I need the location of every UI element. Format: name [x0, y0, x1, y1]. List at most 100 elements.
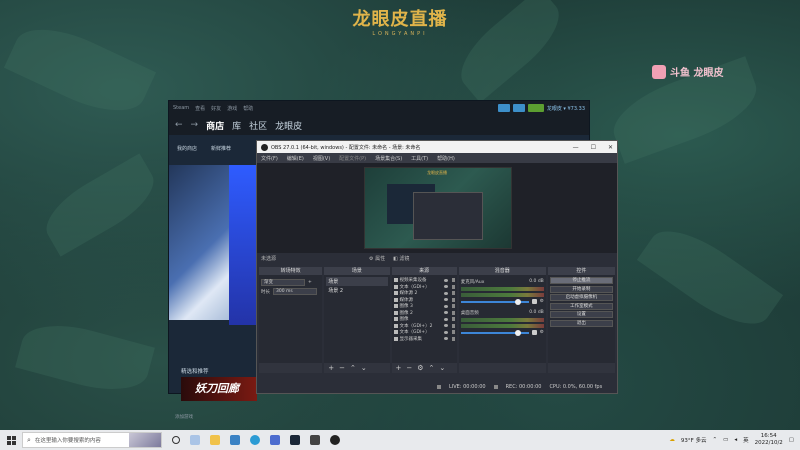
- steam-menu-item[interactable]: Steam: [173, 105, 189, 111]
- move-source-up-button[interactable]: ⌃: [429, 364, 435, 372]
- lock-icon[interactable]: [451, 336, 455, 341]
- visibility-icon[interactable]: [443, 278, 448, 282]
- lock-icon[interactable]: [451, 291, 455, 296]
- install-steam-button[interactable]: [527, 104, 544, 112]
- visibility-icon[interactable]: [443, 317, 448, 321]
- visibility-icon[interactable]: [443, 304, 448, 308]
- game-banner[interactable]: 妖刀回廊: [181, 377, 257, 401]
- notifications-icon[interactable]: [512, 104, 525, 112]
- edge-icon[interactable]: [250, 435, 260, 445]
- taskbar-search[interactable]: ⌕ 在这里输入你要搜索的内容: [22, 432, 162, 448]
- menu-edit[interactable]: 编辑(E): [287, 155, 304, 162]
- lock-icon[interactable]: [451, 310, 455, 315]
- volume-slider-knob[interactable]: [514, 298, 521, 305]
- menu-scene-collection[interactable]: 场景集合(S): [375, 155, 402, 162]
- lock-icon[interactable]: [451, 317, 455, 322]
- visibility-icon[interactable]: [443, 291, 448, 295]
- maximize-button[interactable]: ☐: [591, 144, 596, 151]
- nav-tab-library[interactable]: 库: [232, 119, 241, 132]
- exit-button[interactable]: 退出: [549, 319, 613, 327]
- steam-menu-item[interactable]: 好友: [211, 105, 221, 112]
- source-settings-gear-icon[interactable]: ⚙: [417, 364, 423, 372]
- settings-button[interactable]: 设置: [549, 311, 613, 318]
- steam-menu-item[interactable]: 游戏: [227, 105, 237, 112]
- network-icon[interactable]: ▭: [723, 437, 728, 443]
- studio-mode-button[interactable]: 工作室模式: [549, 302, 613, 310]
- properties-button[interactable]: ⚙ 属性: [369, 255, 385, 262]
- visibility-icon[interactable]: [443, 311, 448, 315]
- start-virtual-camera-button[interactable]: 启动虚拟摄像机: [549, 294, 613, 301]
- start-button[interactable]: [0, 435, 22, 445]
- system-clock[interactable]: 16:54 2022/10/2: [755, 433, 783, 447]
- remove-source-button[interactable]: −: [406, 364, 412, 372]
- obs-window[interactable]: OBS 27.0.1 (64-bit, windows) - 配置文件: 未命名…: [256, 140, 618, 394]
- obs-preview-canvas[interactable]: 龙眼皮直播: [364, 167, 512, 249]
- nav-tab-profile[interactable]: 龙眼皮: [275, 119, 302, 132]
- steam-menu-item[interactable]: 查看: [195, 105, 205, 112]
- notification-icon[interactable]: ▢: [789, 437, 794, 443]
- menu-help[interactable]: 帮助(H): [437, 155, 455, 162]
- volume-slider-knob[interactable]: [514, 329, 521, 336]
- speaker-icon[interactable]: [531, 299, 537, 304]
- obs-taskbar-icon[interactable]: [330, 435, 340, 445]
- close-button[interactable]: ✕: [608, 144, 613, 151]
- nav-tab-store[interactable]: 商店: [206, 119, 224, 132]
- weather-text[interactable]: 93°F 多云: [681, 436, 707, 444]
- speaker-icon[interactable]: [531, 330, 537, 335]
- volume-slider[interactable]: [460, 329, 529, 336]
- steam-taskbar-icon[interactable]: [290, 435, 300, 445]
- stop-streaming-button[interactable]: 停止推流: [549, 277, 613, 284]
- visibility-icon[interactable]: [443, 285, 448, 289]
- channel-settings-gear-icon[interactable]: ⚙: [540, 330, 544, 335]
- menu-profile[interactable]: 配置文件(P): [339, 155, 366, 162]
- add-transition-button[interactable]: +: [308, 280, 312, 285]
- scene-item[interactable]: 场景 2: [326, 286, 387, 295]
- steam-user-menu[interactable]: 龙眼皮 ▾ ¥73.33: [547, 105, 585, 112]
- channel-settings-gear-icon[interactable]: ⚙: [540, 299, 544, 304]
- remove-scene-button[interactable]: −: [339, 364, 345, 372]
- add-source-button[interactable]: +: [396, 364, 402, 372]
- lock-icon[interactable]: [451, 284, 455, 289]
- back-arrow-icon[interactable]: ←: [175, 120, 183, 130]
- promo-banner[interactable]: [229, 165, 259, 325]
- broadcast-icon[interactable]: [497, 104, 510, 112]
- transition-select[interactable]: 渐变: [261, 279, 305, 286]
- filters-button[interactable]: ◧ 滤镜: [393, 255, 409, 262]
- scene-item[interactable]: 场景: [326, 277, 388, 286]
- lock-icon[interactable]: [451, 304, 455, 309]
- lock-icon[interactable]: [451, 278, 455, 283]
- weather-icon[interactable]: ☁: [669, 437, 675, 443]
- new-noteworthy-link[interactable]: 新鲜推荐: [211, 145, 231, 152]
- widgets-icon[interactable]: [190, 435, 200, 445]
- menu-file[interactable]: 文件(F): [261, 155, 278, 162]
- app-taskbar-icon[interactable]: [310, 435, 320, 445]
- move-scene-down-button[interactable]: ⌄: [361, 364, 367, 372]
- minimize-button[interactable]: —: [573, 144, 579, 151]
- start-recording-button[interactable]: 开始录制: [549, 285, 613, 293]
- add-scene-button[interactable]: +: [328, 364, 334, 372]
- visibility-icon[interactable]: [443, 298, 448, 302]
- store-icon[interactable]: [230, 435, 240, 445]
- source-item[interactable]: 显示器采集: [393, 336, 455, 343]
- visibility-icon[interactable]: [443, 337, 448, 341]
- menu-view[interactable]: 视图(V): [313, 155, 330, 162]
- volume-icon[interactable]: ◂: [734, 437, 737, 443]
- move-source-down-button[interactable]: ⌄: [439, 364, 445, 372]
- add-game-button[interactable]: 添加游戏: [175, 414, 193, 420]
- file-explorer-icon[interactable]: [210, 435, 220, 445]
- steam-menu-item[interactable]: 帮助: [243, 105, 253, 112]
- task-view-icon[interactable]: [172, 436, 180, 444]
- mail-icon[interactable]: [270, 435, 280, 445]
- input-language[interactable]: 英: [743, 436, 749, 444]
- tray-chevron-icon[interactable]: ⌃: [713, 437, 718, 443]
- visibility-icon[interactable]: [443, 324, 448, 328]
- move-scene-up-button[interactable]: ⌃: [350, 364, 356, 372]
- visibility-icon[interactable]: [443, 330, 448, 334]
- lock-icon[interactable]: [451, 330, 455, 335]
- lock-icon[interactable]: [451, 297, 455, 302]
- my-store-link[interactable]: 我的商店: [177, 145, 197, 152]
- lock-icon[interactable]: [451, 323, 455, 328]
- menu-tools[interactable]: 工具(T): [411, 155, 428, 162]
- nav-tab-community[interactable]: 社区: [249, 119, 267, 132]
- duration-input[interactable]: 300 ms: [273, 288, 317, 295]
